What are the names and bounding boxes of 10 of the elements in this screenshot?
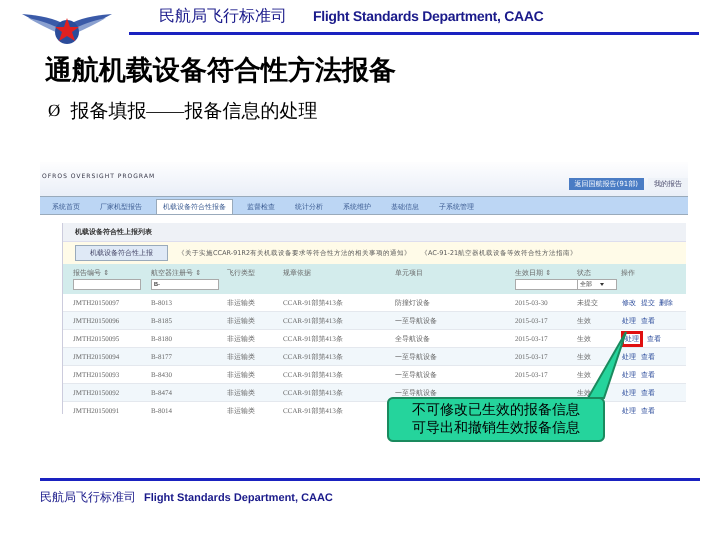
callout-text: 不可修改已生效的报备信息 bbox=[412, 402, 580, 420]
agency-name: 民航局飞行标准司 bbox=[159, 6, 287, 27]
bullet-marker: Ø bbox=[48, 101, 60, 121]
bullet-text: 报备填报——报备信息的处理 bbox=[70, 100, 318, 124]
footer-department: Flight Standards Department, CAAC bbox=[144, 492, 333, 504]
department-name: Flight Standards Department, CAAC bbox=[313, 8, 544, 24]
slide-title: 通航机载设备符合性方法报备 bbox=[44, 54, 397, 87]
footer-agency: 民航局飞行标准司 bbox=[40, 489, 136, 506]
callout-text: 可导出和撤销生效报备信息 bbox=[412, 420, 580, 437]
filter-field[interactable] bbox=[73, 279, 141, 290]
